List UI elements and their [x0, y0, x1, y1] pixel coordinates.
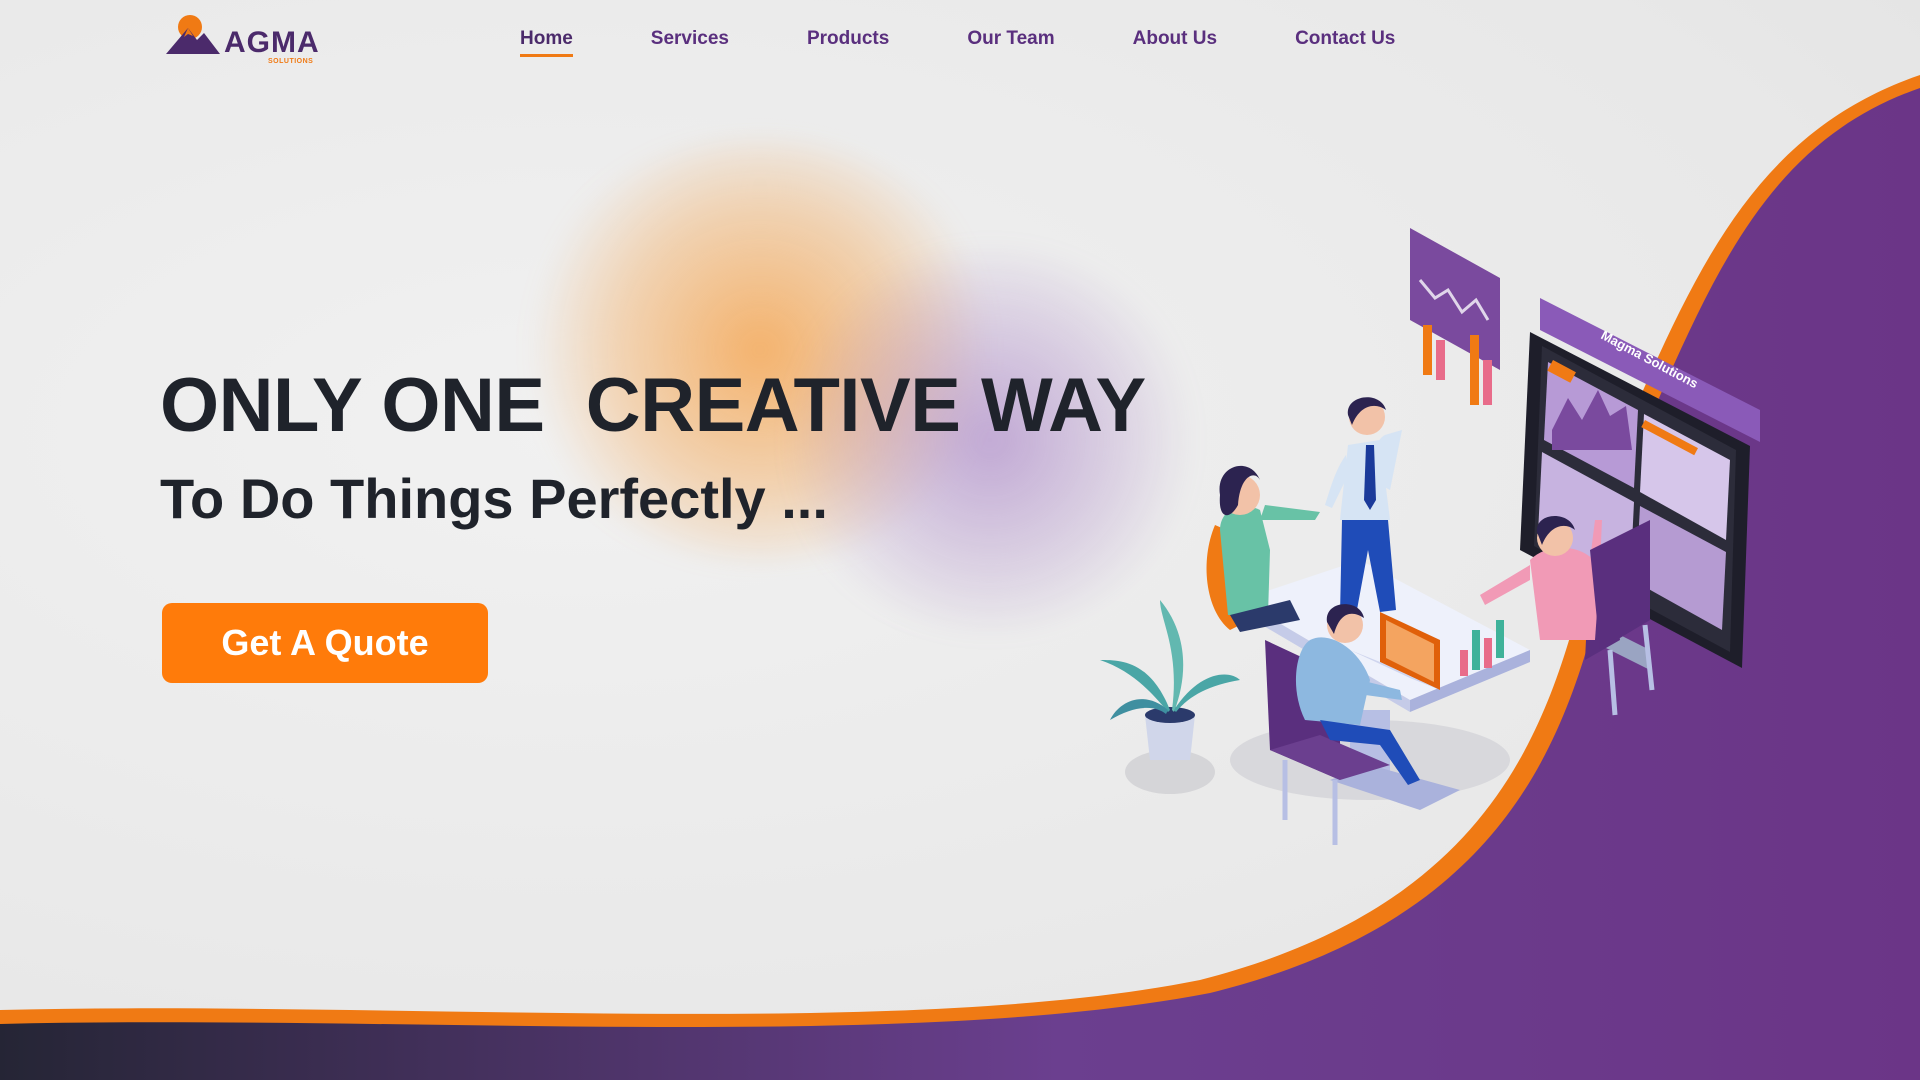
nav-item-about-us[interactable]: About Us [1133, 28, 1217, 57]
nav-item-services[interactable]: Services [651, 28, 729, 57]
floating-chart-panel [1410, 228, 1500, 405]
nav-item-home[interactable]: Home [520, 28, 573, 57]
brand-logo[interactable]: AGMA SOLUTIONS [164, 12, 324, 65]
plant-illustration [1100, 600, 1240, 794]
get-a-quote-button[interactable]: Get A Quote [162, 603, 488, 683]
nav-item-our-team[interactable]: Our Team [967, 28, 1054, 57]
brand-subtitle: SOLUTIONS [268, 58, 314, 65]
nav-item-contact-us[interactable]: Contact Us [1295, 28, 1395, 57]
nav-item-products[interactable]: Products [807, 28, 889, 57]
mountain-sun-icon [166, 15, 220, 54]
right-chair [1590, 520, 1655, 716]
landing-page: AGMA SOLUTIONS Home Services Products Ou… [0, 0, 1920, 1080]
team-meeting-illustration: Magma Solutions [1100, 228, 1760, 845]
hero-subheadline: To Do Things Perfectly ... [160, 467, 828, 530]
hero-headline: ONLY ONE CREATIVE WAY [160, 363, 1146, 448]
brand-name: AGMA [224, 26, 320, 59]
main-nav: Home Services Products Our Team About Us… [520, 28, 1473, 57]
